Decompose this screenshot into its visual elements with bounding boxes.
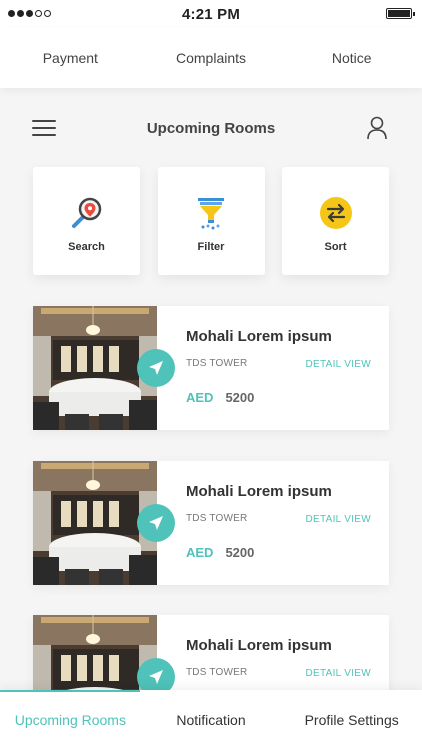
price-amount: 5200 bbox=[225, 390, 255, 405]
top-nav-notice[interactable]: Notice bbox=[281, 50, 422, 66]
price-currency: AED bbox=[186, 390, 214, 405]
filter-icon bbox=[198, 198, 224, 230]
tab-upcoming-rooms[interactable]: Upcoming Rooms bbox=[0, 712, 141, 728]
room-name: Mohali Lorem ipsum bbox=[186, 637, 332, 654]
room-name: Mohali Lorem ipsum bbox=[186, 483, 332, 500]
room-price: AED 5200 bbox=[186, 390, 254, 405]
page-title: Upcoming Rooms bbox=[146, 119, 276, 137]
top-nav-complaints[interactable]: Complaints bbox=[141, 50, 282, 66]
search-location-icon bbox=[71, 197, 101, 228]
room-card[interactable]: Mohali Lorem ipsum TDS TOWER DETAIL VIEW… bbox=[33, 306, 389, 430]
room-building: TDS TOWER bbox=[186, 667, 248, 678]
tab-notification[interactable]: Notification bbox=[141, 712, 282, 728]
active-tab-indicator bbox=[0, 690, 140, 692]
menu-icon[interactable] bbox=[32, 120, 56, 136]
top-nav: Payment Complaints Notice bbox=[0, 28, 422, 88]
room-building: TDS TOWER bbox=[186, 513, 248, 524]
top-nav-payment[interactable]: Payment bbox=[0, 50, 141, 66]
filter-button[interactable]: Filter bbox=[157, 167, 265, 275]
price-currency: AED bbox=[186, 545, 214, 560]
price-amount: 5200 bbox=[225, 545, 255, 560]
status-time: 4:21 PM bbox=[181, 5, 241, 23]
navigation-arrow-icon bbox=[149, 516, 163, 530]
location-button[interactable] bbox=[137, 504, 175, 542]
detail-view-link[interactable]: DETAIL VIEW bbox=[305, 359, 371, 370]
signal-strength-icon bbox=[8, 10, 51, 17]
room-price: AED 5200 bbox=[186, 545, 254, 560]
location-button[interactable] bbox=[137, 349, 175, 387]
room-building: TDS TOWER bbox=[186, 358, 248, 369]
action-cards: Search Filter Sort bbox=[33, 167, 389, 275]
page-header: Upcoming Rooms bbox=[0, 100, 422, 156]
user-icon[interactable] bbox=[366, 116, 388, 140]
detail-view-link[interactable]: DETAIL VIEW bbox=[305, 514, 371, 525]
navigation-arrow-icon bbox=[149, 670, 163, 684]
navigation-arrow-icon bbox=[149, 361, 163, 375]
tab-profile-settings[interactable]: Profile Settings bbox=[281, 712, 422, 728]
sort-label: Sort bbox=[324, 241, 347, 253]
battery-icon bbox=[386, 8, 415, 19]
search-button[interactable]: Search bbox=[33, 167, 140, 275]
room-card[interactable]: Mohali Lorem ipsum TDS TOWER DETAIL VIEW… bbox=[33, 461, 389, 585]
status-bar: 4:21 PM bbox=[0, 0, 422, 28]
sort-icon bbox=[319, 197, 352, 229]
search-label: Search bbox=[68, 241, 105, 253]
room-name: Mohali Lorem ipsum bbox=[186, 328, 332, 345]
bottom-nav: Upcoming Rooms Notification Profile Sett… bbox=[0, 690, 422, 750]
detail-view-link[interactable]: DETAIL VIEW bbox=[305, 668, 371, 679]
filter-label: Filter bbox=[197, 241, 225, 253]
sort-button[interactable]: Sort bbox=[282, 167, 389, 275]
